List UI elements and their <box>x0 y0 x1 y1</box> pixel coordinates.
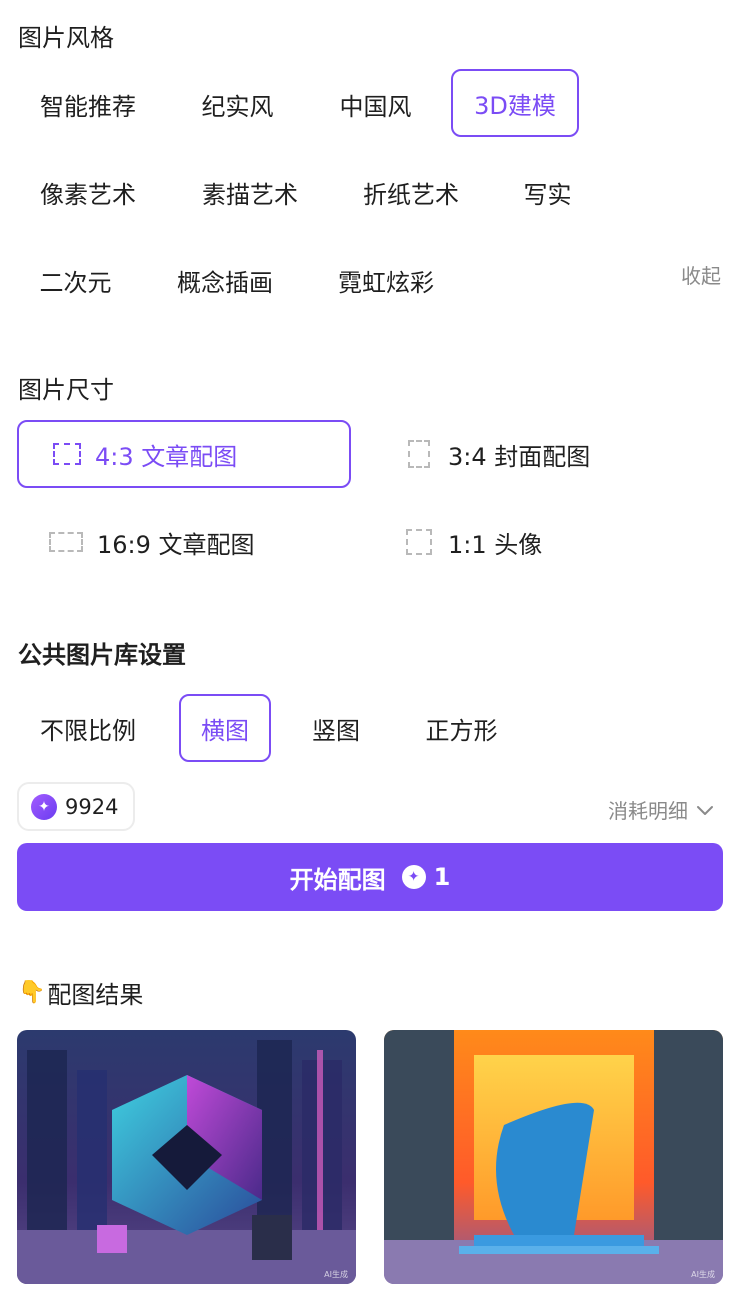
size-option-label: 1:1 头像 <box>448 530 543 559</box>
start-button-label: 开始配图 <box>289 865 386 894</box>
style-chip-origami[interactable]: 折纸艺术 <box>341 158 481 226</box>
library-option-landscape[interactable]: 横图 <box>179 694 271 762</box>
style-chip-sketch[interactable]: 素描艺术 <box>180 158 320 226</box>
results-title: 👇 配图结果 <box>18 975 143 1010</box>
library-option-any[interactable]: 不限比例 <box>18 694 158 762</box>
chevron-down-icon <box>697 805 713 815</box>
result-image-2[interactable]: AI生成 <box>384 1030 723 1284</box>
library-option-portrait[interactable]: 竖图 <box>290 694 382 762</box>
size-option-1-1[interactable]: 1:1 头像 <box>384 508 723 576</box>
start-button-cost: 1 <box>433 863 451 891</box>
style-chip-neon[interactable]: 霓虹炫彩 <box>316 246 456 314</box>
style-chip-concept[interactable]: 概念插画 <box>155 246 295 314</box>
style-chip-pixel[interactable]: 像素艺术 <box>18 158 158 226</box>
sparkle-icon: ✦ <box>401 865 426 889</box>
ai-generated-tag: AI生成 <box>691 1270 715 1279</box>
cube-city-illustration <box>17 1030 356 1284</box>
style-section-title: 图片风格 <box>18 24 114 52</box>
orange-room-illustration <box>384 1030 723 1284</box>
consumption-detail-label: 消耗明细 <box>608 799 688 823</box>
result-image-1[interactable]: AI生成 <box>17 1030 356 1284</box>
sparkle-icon: ✦ <box>31 793 57 820</box>
results-title-text: 配图结果 <box>47 981 144 1009</box>
size-option-3-4[interactable]: 3:4 封面配图 <box>384 420 723 488</box>
ratio-16-9-icon <box>49 532 83 552</box>
size-section-title: 图片尺寸 <box>18 376 114 404</box>
library-option-square[interactable]: 正方形 <box>404 694 519 762</box>
size-option-4-3[interactable]: 4:3 文章配图 <box>17 420 351 488</box>
pointing-down-icon: 👇 <box>18 980 46 1005</box>
ratio-1-1-icon <box>406 529 432 555</box>
start-generate-button[interactable]: 开始配图 ✦ 1 <box>17 843 723 911</box>
size-option-label: 16:9 文章配图 <box>97 530 255 559</box>
size-option-label: 3:4 封面配图 <box>448 442 591 471</box>
consumption-detail-link[interactable]: 消耗明细 <box>608 795 714 824</box>
size-option-label: 4:3 文章配图 <box>95 442 238 471</box>
credits-badge: ✦ 9924 <box>17 782 135 831</box>
style-chip-anime[interactable]: 二次元 <box>18 246 133 314</box>
style-chip-realistic[interactable]: 写实 <box>500 158 595 226</box>
style-chip-documentary[interactable]: 纪实风 <box>180 70 295 138</box>
style-chip-3d[interactable]: 3D建模 <box>451 69 579 137</box>
ratio-4-3-icon <box>53 443 81 465</box>
collapse-button[interactable]: 收起 <box>681 260 721 289</box>
credits-balance: 9924 <box>65 794 119 819</box>
ai-generated-tag: AI生成 <box>324 1270 348 1279</box>
style-chip-chinese[interactable]: 中国风 <box>318 70 433 138</box>
library-section-title: 公共图片库设置 <box>18 641 186 669</box>
style-chip-smart[interactable]: 智能推荐 <box>18 70 158 138</box>
ratio-3-4-icon <box>408 440 430 468</box>
size-option-16-9[interactable]: 16:9 文章配图 <box>17 508 351 576</box>
